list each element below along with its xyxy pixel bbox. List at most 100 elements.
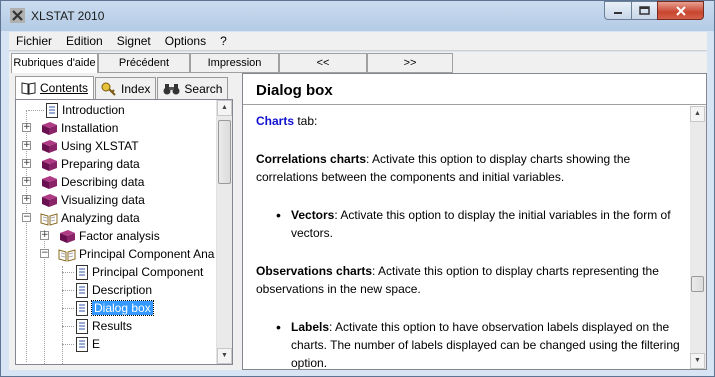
tree-item-label: Factor analysis [79,229,160,243]
topic-text: Charts tab: Correlations charts: Activat… [256,112,686,369]
tree-item-analyzing-data[interactable]: − Analyzing data [20,209,140,227]
page-icon [76,264,88,280]
topic-scrollbar[interactable]: ▲ ▼ [690,106,706,369]
tree-item-describing-data[interactable]: + Describing data [20,173,144,191]
open-book-icon [40,212,58,226]
close-icon [675,5,686,16]
contents-tree: Introduction + Installation + Using XLST… [15,99,233,365]
expand-icon[interactable]: + [40,231,49,240]
tab-search-label: Search [184,81,223,96]
expand-icon[interactable]: + [22,123,31,132]
tree-item-visualizing-data[interactable]: + Visualizing data [20,191,145,209]
tree-item-label-selected: Dialog box [91,300,154,316]
print-button[interactable]: Impression [190,53,279,73]
tree-item-label: Principal Component [92,265,204,279]
scroll-down-icon[interactable]: ▼ [690,353,705,369]
tree-item-label: Preparing data [61,157,140,171]
expand-icon[interactable]: + [22,159,31,168]
charts-link[interactable]: Charts [256,114,294,128]
minimize-button[interactable] [604,1,631,20]
previous-topic-button[interactable]: << [279,53,367,73]
tree-branch [62,290,74,291]
closed-book-icon [42,121,57,135]
tree-item-label: Installation [61,121,119,135]
observations-term: Observations charts [256,264,373,278]
tree-scrollbar[interactable]: ▲ ▼ [216,100,232,364]
observations-paragraph: Observations charts: Activate this optio… [256,262,686,298]
tree-item-description[interactable]: Description [56,281,152,299]
tree-branch [62,308,74,309]
back-button[interactable]: Précédent [98,53,190,73]
next-topic-button[interactable]: >> [367,53,453,73]
tree-item-label: Analyzing data [61,211,140,225]
tree-branch [62,344,74,345]
scroll-up-icon[interactable]: ▲ [217,100,232,116]
tab-search[interactable]: Search [157,77,229,99]
tree-item-results[interactable]: Results [56,317,132,335]
tab-index-label: Index [121,81,151,96]
title-bar[interactable]: XLSTAT 2010 [1,1,714,31]
closed-book-icon [42,157,57,171]
tree-branch [28,110,44,111]
tree-item-label: Describing data [61,175,145,189]
tree-item-pca-topic[interactable]: Principal Component [56,263,203,281]
menu-fichier[interactable]: Fichier [9,32,59,51]
tree-item-example[interactable]: E [56,335,100,353]
tree-item-installation[interactable]: + Installation [20,119,118,137]
expand-icon[interactable]: + [22,195,31,204]
tree-item-factor-analysis[interactable]: + Factor analysis [38,227,160,245]
topic-body: Charts tab: Correlations charts: Activat… [243,106,706,369]
menu-edition[interactable]: Edition [59,32,110,51]
scroll-up-icon[interactable]: ▲ [690,106,705,122]
tree-item-introduction[interactable]: Introduction [20,101,125,119]
tree-item-label: Description [92,283,153,297]
tree-item-using-xlstat[interactable]: + Using XLSTAT [20,137,139,155]
correlations-list: Vectors: Activate this option to display… [276,206,686,242]
topic-pane: Dialog box Charts tab: Correlations char… [242,73,707,370]
close-button[interactable] [657,1,704,20]
open-book-icon [58,248,76,262]
collapse-icon[interactable]: − [22,213,31,222]
content-area: Contents Index Search Introduction + Ins… [9,73,707,370]
scroll-down-icon[interactable]: ▼ [217,348,232,364]
book-icon [21,82,36,95]
expand-icon[interactable]: + [22,177,31,186]
key-icon [101,82,116,96]
tab-index[interactable]: Index [95,77,157,99]
page-icon [76,318,88,334]
labels-term: Labels [291,320,330,334]
closed-book-icon [42,139,57,153]
maximize-button[interactable] [631,1,657,20]
observations-list: Labels: Activate this option to have obs… [276,318,686,369]
closed-book-icon [42,175,57,189]
charts-tab-text: tab: [294,114,318,128]
help-topics-button[interactable]: Rubriques d'aide [11,53,98,73]
topic-title: Dialog box [256,82,333,99]
topic-header: Dialog box [243,74,706,105]
tab-contents[interactable]: Contents [15,76,95,99]
menu-bar: Fichier Edition Signet Options ? [9,32,707,51]
tree-item-label: Introduction [62,103,125,117]
app-icon [10,8,25,23]
navigation-tabs: Contents Index Search [15,76,229,99]
list-item-labels: Labels: Activate this option to have obs… [276,318,686,369]
correlations-paragraph: Correlations charts: Activate this optio… [256,150,686,186]
tree-item-dialog-box[interactable]: Dialog box [56,299,154,317]
collapse-icon[interactable]: − [40,249,49,258]
menu-signet[interactable]: Signet [110,32,158,51]
menu-help[interactable]: ? [213,32,234,51]
closed-book-icon [42,193,57,207]
correlations-term: Correlations charts [256,152,367,166]
maximize-icon [639,6,650,15]
tree-item-pca[interactable]: − Principal Component Ana [38,245,214,263]
vectors-term: Vectors [291,208,335,222]
scroll-thumb[interactable] [218,120,231,184]
list-item-vectors: Vectors: Activate this option to display… [276,206,686,242]
scroll-thumb[interactable] [691,276,704,292]
tree-item-preparing-data[interactable]: + Preparing data [20,155,140,173]
tree-item-label: Visualizing data [61,193,145,207]
minimize-icon [614,11,622,14]
menu-options[interactable]: Options [158,32,213,51]
expand-icon[interactable]: + [22,141,31,150]
help-toolbar: Rubriques d'aide Précédent Impression <<… [9,52,707,73]
